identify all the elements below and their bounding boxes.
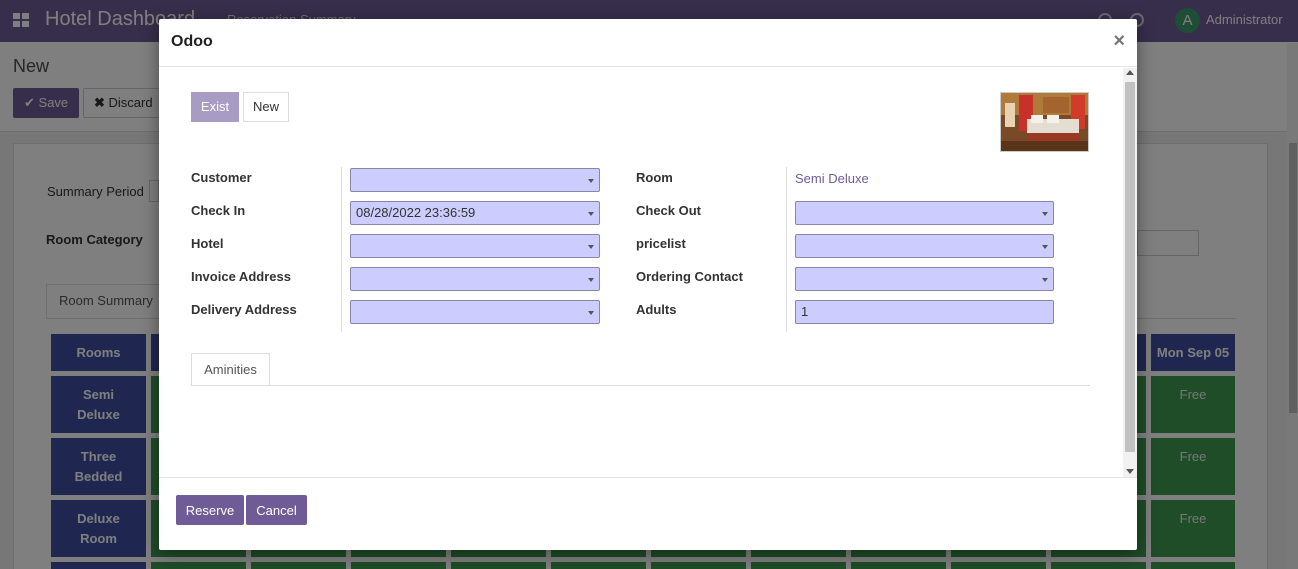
check-out-label: Check Out — [636, 203, 702, 218]
check-in-label: Check In — [191, 203, 246, 218]
tab-divider — [191, 385, 1090, 386]
dialog-scrollbar[interactable] — [1123, 68, 1137, 478]
pricelist-label: pricelist — [636, 236, 686, 251]
delivery-address-select[interactable] — [350, 300, 600, 324]
cancel-button[interactable]: Cancel — [246, 495, 307, 525]
tab-aminities[interactable]: Aminities — [191, 353, 270, 386]
reserve-button[interactable]: Reserve — [176, 495, 244, 525]
room-photo — [1000, 92, 1089, 152]
chevron-down-icon — [588, 212, 594, 216]
customer-select[interactable] — [350, 168, 600, 192]
field-separator — [341, 167, 342, 332]
reservation-dialog: Odoo × Exist New Customer Check In Hotel… — [159, 19, 1137, 550]
ordering-contact-label: Ordering Contact — [636, 269, 743, 284]
dialog-footer: Reserve Cancel — [159, 477, 1137, 550]
scroll-up-icon[interactable] — [1126, 70, 1134, 75]
chevron-down-icon — [588, 245, 594, 249]
adults-input[interactable]: 1 — [795, 300, 1054, 324]
invoice-address-select[interactable] — [350, 267, 600, 291]
pricelist-select[interactable] — [795, 234, 1054, 258]
customer-label: Customer — [191, 170, 252, 185]
ordering-contact-select[interactable] — [795, 267, 1054, 291]
dialog-title: Odoo — [171, 33, 213, 50]
check-in-value: 08/28/2022 23:36:59 — [356, 205, 476, 220]
field-separator — [786, 167, 787, 332]
chevron-down-icon — [1042, 245, 1048, 249]
chevron-down-icon — [1042, 212, 1048, 216]
check-out-field[interactable] — [795, 201, 1054, 225]
close-icon[interactable]: × — [1113, 30, 1125, 53]
chevron-down-icon — [588, 311, 594, 315]
chevron-down-icon — [588, 278, 594, 282]
exist-toggle-button[interactable]: Exist — [191, 92, 239, 122]
room-link[interactable]: Semi Deluxe — [795, 171, 869, 186]
check-in-field[interactable]: 08/28/2022 23:36:59 — [350, 201, 600, 225]
hotel-select[interactable] — [350, 234, 600, 258]
room-label: Room — [636, 170, 673, 185]
adults-label: Adults — [636, 302, 677, 317]
scroll-down-icon[interactable] — [1126, 469, 1134, 474]
dialog-body: Exist New Customer Check In Hotel Invoic… — [159, 68, 1137, 478]
dialog-scrollbar-thumb[interactable] — [1125, 82, 1135, 452]
chevron-down-icon — [588, 179, 594, 183]
delivery-address-label: Delivery Address — [191, 302, 297, 317]
chevron-down-icon — [1042, 278, 1048, 282]
new-toggle-button[interactable]: New — [243, 92, 289, 122]
invoice-address-label: Invoice Address — [191, 269, 291, 284]
hotel-label: Hotel — [191, 236, 224, 251]
dialog-header: Odoo × — [159, 19, 1137, 67]
